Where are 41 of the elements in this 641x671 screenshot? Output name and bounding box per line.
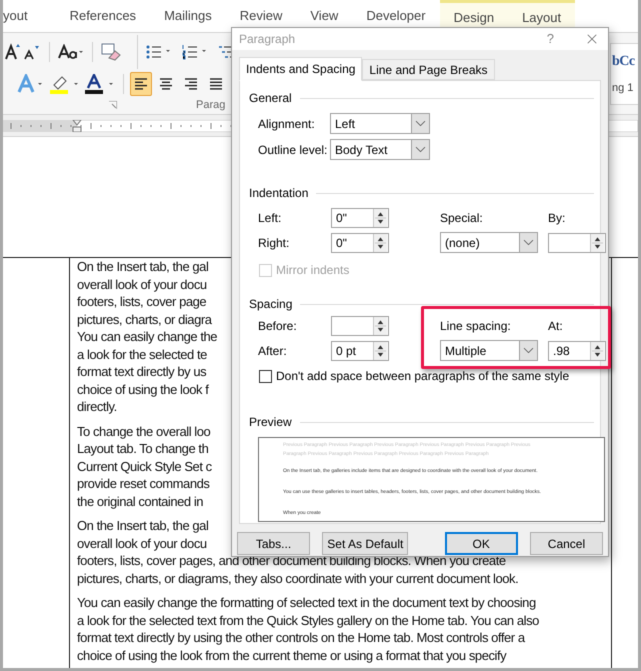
field-label: By: <box>548 210 566 227</box>
body-text-line: You can easily change the formatting of selected text in the document text by choosing <box>77 594 536 612</box>
field-label: After: <box>258 342 288 360</box>
body-text-line: On the Insert tab, the gal <box>77 517 208 534</box>
field-label: Before: <box>258 318 298 335</box>
body-text-line: To change the overall loo <box>77 422 210 440</box>
style-name: ng 1 <box>612 81 634 96</box>
body-text-line: choice of using the look from the current theme or using a format that you specify <box>77 646 506 664</box>
section-heading: Indentation <box>249 185 308 202</box>
field-label: Line spacing: <box>440 318 512 335</box>
field-label: At: <box>548 318 564 335</box>
field-label: Mirror indents <box>276 262 350 279</box>
section-heading: Preview <box>249 414 292 431</box>
body-text-line: footers, lists, cover page <box>77 293 206 310</box>
body-text-line: choice of using the look f <box>77 380 208 398</box>
field-label: Don't add space between paragraphs of the same style <box>276 368 570 385</box>
body-text-line: Layout tab. To change th <box>77 440 208 458</box>
field-label: Alignment: <box>258 116 316 132</box>
body-text-line: overall look of your docu <box>77 534 207 552</box>
body-text-line: format text directly by us <box>77 363 206 380</box>
body-text-line: pictures, charts, or diagra <box>77 310 212 328</box>
field-label: Left: <box>258 210 282 227</box>
body-text-line: format text directly by using the other controls on the Home tab. Most controls offer a <box>77 629 525 646</box>
body-text-line: a look for the selected text from the Quick Styles gallery on the Home tab. You can also <box>77 612 539 629</box>
body-text-line: a look for the selected te <box>77 346 207 363</box>
body-text-line: pictures, charts, or diagrams, they also coordinate with your current document look. <box>77 570 518 587</box>
body-text-line: overall look of your docu <box>77 276 207 293</box>
section-heading: Spacing <box>249 296 292 313</box>
body-text-line: On the Insert tab, the gal <box>77 258 208 276</box>
body-text-line: directly. <box>77 398 117 416</box>
field-label: Special: <box>440 210 484 227</box>
body-text-line: the original contained in <box>77 492 204 510</box>
window-title: Paragraph <box>239 31 296 48</box>
group-label: Parag <box>196 98 226 113</box>
field-label: Outline level: <box>258 142 328 158</box>
field-label: Right: <box>258 234 290 252</box>
style-preview: bCc <box>612 53 636 71</box>
body-text-line: Current Quick Style Set c <box>77 458 212 475</box>
body-text-line: provide reset commands <box>77 475 210 492</box>
body-text-line: You can easily change the <box>77 328 218 346</box>
section-heading: General <box>249 90 292 107</box>
